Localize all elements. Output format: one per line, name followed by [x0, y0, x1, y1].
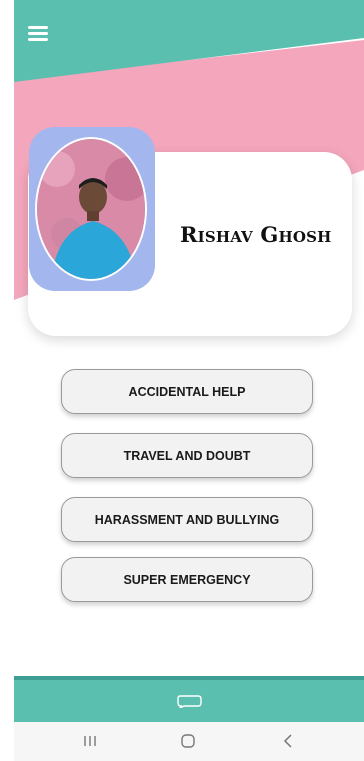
chat-bubble-icon[interactable] [176, 694, 202, 708]
harassment-and-bullying-button[interactable]: HARASSMENT AND BULLYING [61, 497, 313, 542]
avatar[interactable] [35, 137, 147, 281]
profile-photo [37, 139, 145, 279]
back-icon[interactable] [276, 730, 300, 752]
super-emergency-button[interactable]: SUPER EMERGENCY [61, 557, 313, 602]
avatar-frame [29, 127, 155, 291]
home-icon[interactable] [176, 730, 200, 752]
system-nav-bar [14, 722, 364, 761]
app-screen: Rishav Ghosh ACCIDENTAL HELP TRAVEL AND … [0, 0, 364, 761]
recents-icon[interactable] [78, 730, 102, 752]
profile-name: Rishav Ghosh [180, 222, 332, 247]
travel-and-doubt-button[interactable]: TRAVEL AND DOUBT [61, 433, 313, 478]
bottom-bar [14, 680, 364, 722]
hamburger-menu-icon[interactable] [28, 26, 48, 42]
accidental-help-button[interactable]: ACCIDENTAL HELP [61, 369, 313, 414]
